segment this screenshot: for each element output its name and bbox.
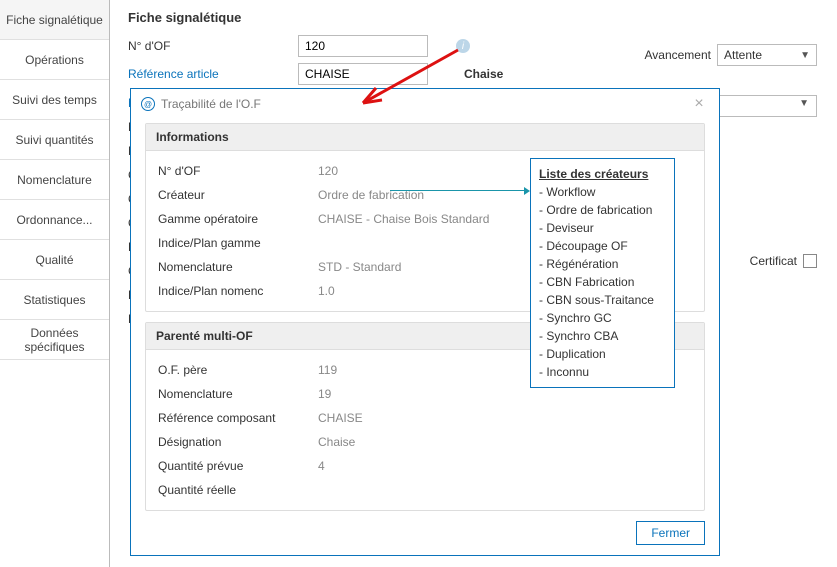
tab-statistiques[interactable]: Statistiques <box>0 280 109 320</box>
creators-item: - Ordre de fabrication <box>539 201 666 219</box>
creators-item: - Synchro CBA <box>539 327 666 345</box>
creators-item: - CBN Fabrication <box>539 273 666 291</box>
creators-item: - Inconnu <box>539 363 666 381</box>
parente-row-value: 4 <box>318 459 325 473</box>
info-row-label: Créateur <box>158 188 318 202</box>
info-row-label: Gamme opératoire <box>158 212 318 226</box>
annotation-arrow-createur <box>390 190 528 191</box>
parente-row-value: 19 <box>318 387 331 401</box>
tab-qualite[interactable]: Qualité <box>0 240 109 280</box>
chevron-down-icon: ▼ <box>800 50 810 61</box>
parente-row-value: Chaise <box>318 435 355 449</box>
parente-row-value: 119 <box>318 363 337 377</box>
panel-informations-header: Informations <box>146 124 704 151</box>
creators-item: - Deviseur <box>539 219 666 237</box>
tab-suivi-quantites[interactable]: Suivi quantités <box>0 120 109 160</box>
tab-ordonnance[interactable]: Ordonnance... <box>0 200 109 240</box>
certificat-label: Certificat <box>750 254 797 268</box>
creators-title: Liste des créateurs <box>539 165 666 183</box>
tab-donnees[interactable]: Données spécifiques <box>0 320 109 360</box>
parente-row-label: Désignation <box>158 435 318 449</box>
ref-article-link[interactable]: Référence article <box>128 67 298 81</box>
ref-article-desc: Chaise <box>464 67 503 81</box>
parente-row-label: O.F. père <box>158 363 318 377</box>
info-row-value: 1.0 <box>318 284 335 298</box>
info-row-label: Indice/Plan gamme <box>158 236 318 250</box>
avancement-value: Attente <box>724 48 762 62</box>
parente-row-value: CHAISE <box>318 411 363 425</box>
tab-nomenclature[interactable]: Nomenclature <box>0 160 109 200</box>
info-row-label: Nomenclature <box>158 260 318 274</box>
chevron-down-icon: ▼ <box>799 98 809 109</box>
info-row-label: Indice/Plan nomenc <box>158 284 318 298</box>
modal-title: Traçabilité de l'O.F <box>161 97 261 111</box>
parente-row-label: Quantité prévue <box>158 459 318 473</box>
creators-annotation-box: Liste des créateurs - Workflow - Ordre d… <box>530 158 675 388</box>
creators-item: - Workflow <box>539 183 666 201</box>
info-row-value: CHAISE - Chaise Bois Standard <box>318 212 489 226</box>
tab-fiche[interactable]: Fiche signalétique <box>0 0 109 40</box>
avancement-select[interactable]: Attente ▼ <box>717 44 817 66</box>
modal-icon: @ <box>141 97 155 111</box>
creators-item: - Découpage OF <box>539 237 666 255</box>
modal-close-button[interactable]: × <box>689 94 709 114</box>
creators-item: - CBN sous-Traitance <box>539 291 666 309</box>
of-input[interactable] <box>298 35 428 57</box>
tab-suivi-temps[interactable]: Suivi des temps <box>0 80 109 120</box>
of-label: N° d'OF <box>128 39 298 53</box>
info-row-value: 120 <box>318 164 338 178</box>
section-title: Fiche signalétique <box>128 10 819 25</box>
certificat-checkbox[interactable] <box>803 254 817 268</box>
parente-row-label: Référence composant <box>158 411 318 425</box>
parente-row-label: Quantité réelle <box>158 483 318 497</box>
tab-operations[interactable]: Opérations <box>0 40 109 80</box>
creators-item: - Régénération <box>539 255 666 273</box>
creators-item: - Synchro GC <box>539 309 666 327</box>
avancement-label: Avancement <box>645 48 712 62</box>
parente-row-label: Nomenclature <box>158 387 318 401</box>
side-tab-bar: Fiche signalétique Opérations Suivi des … <box>0 0 110 567</box>
creators-item: - Duplication <box>539 345 666 363</box>
ref-article-input[interactable] <box>298 63 428 85</box>
info-row-label: N° d'OF <box>158 164 318 178</box>
info-icon[interactable]: i <box>456 39 470 53</box>
fermer-button[interactable]: Fermer <box>636 521 705 545</box>
info-row-value: STD - Standard <box>318 260 401 274</box>
